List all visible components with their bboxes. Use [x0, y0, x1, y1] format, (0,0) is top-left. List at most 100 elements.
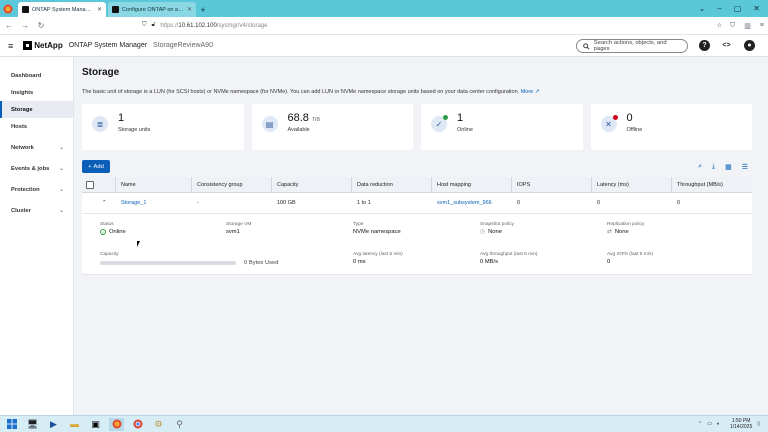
url-bar[interactable]: ⛉ 🔓︎ https://10.61.102.100/sysmgr/v4/sto…	[142, 19, 722, 32]
chrome-icon[interactable]	[130, 418, 145, 431]
browser-tab-configure[interactable]: Configure ONTAP on a new cl ✕	[108, 2, 196, 17]
new-tab-icon[interactable]: +	[196, 2, 210, 17]
tools-icon[interactable]: ⚙	[151, 418, 166, 431]
netapp-logo: NetApp	[23, 41, 63, 50]
browser-menu-hamburger-icon[interactable]: ≡	[760, 22, 764, 30]
summary-cards: ≣ 1 Storage units ▤ 68.8 TiB Available ✓ 1…	[82, 104, 752, 150]
server-manager-icon[interactable]: 🖥︎	[25, 418, 40, 431]
global-search-input[interactable]: Search actions, objects, and pages	[576, 39, 688, 53]
more-link[interactable]: More ↗	[521, 89, 540, 95]
sidebar-item-hosts[interactable]: Hosts	[0, 118, 73, 135]
column-header-iops[interactable]: IOPS	[512, 176, 592, 193]
storage-vm-link[interactable]: svm1	[226, 229, 251, 235]
reload-icon[interactable]: ↻	[36, 21, 46, 30]
column-header-data-reduction[interactable]: Data reduction	[352, 176, 432, 193]
column-header-label: Capacity	[277, 181, 299, 188]
network-status-icon[interactable]: ▭	[707, 421, 712, 427]
firefox-icon[interactable]	[109, 417, 124, 431]
chevron-down-icon: ⌄	[58, 187, 64, 193]
search-icon[interactable]: ⌕	[698, 163, 702, 171]
sidebar-item-events-jobs[interactable]: Events & jobs ⌄	[0, 160, 73, 177]
sidebar-item-network[interactable]: Network ⌄	[0, 139, 73, 156]
columns-icon[interactable]: ▦	[725, 163, 732, 171]
column-header-label: Consistency group	[197, 181, 243, 188]
close-tab-icon[interactable]: ✕	[97, 6, 102, 13]
hamburger-menu-icon[interactable]: ≡	[8, 41, 13, 51]
storage-available-icon: ▤	[261, 116, 278, 132]
detail-avg-throughput: Avg throughput (last 5 min) 0 MB/s	[480, 252, 538, 265]
status-value: Online	[109, 229, 126, 235]
column-header-capacity[interactable]: Capacity	[272, 176, 352, 193]
powershell-icon[interactable]: ▶	[46, 418, 61, 431]
detail-avg-iops: Avg IOPS (last 5 min) 0	[607, 252, 653, 265]
file-explorer-icon[interactable]: ▬	[67, 418, 82, 431]
card-number: 68.8	[287, 112, 309, 124]
download-icon[interactable]: ⤓	[712, 163, 715, 171]
pocket-icon[interactable]: ⛉	[730, 22, 735, 30]
sidebar-item-insights[interactable]: Insights	[0, 84, 73, 101]
tab-list-icon[interactable]: ⌄	[699, 4, 706, 13]
taskbar-clock[interactable]: 1:50 PM 1/14/2025	[730, 418, 752, 430]
online-status-icon: ✓	[431, 115, 448, 132]
storage-unit-name-link[interactable]: Storage_1	[116, 200, 192, 206]
sidebar-item-protection[interactable]: Protection ⌄	[0, 181, 73, 198]
collapse-row-icon[interactable]: ⌃	[82, 200, 116, 206]
tray-overflow-icon[interactable]: ⌃	[698, 421, 702, 427]
url-host: 10.61.102.100	[178, 22, 217, 29]
snapshot-value: None	[488, 229, 502, 235]
minimize-icon[interactable]: –	[717, 4, 721, 13]
replication-value: None	[614, 229, 629, 235]
detail-value: 0	[607, 259, 611, 265]
help-icon[interactable]: ?	[699, 40, 710, 51]
sidebar-item-cluster[interactable]: Cluster ⌄	[0, 202, 73, 219]
extensions-icon[interactable]: ▥	[744, 22, 751, 30]
url-prefix: https://	[160, 22, 179, 29]
close-tab-icon[interactable]: ✕	[187, 6, 192, 13]
clock-date: 1/14/2025	[729, 424, 753, 430]
column-header-latency[interactable]: Latency (ms)	[592, 176, 672, 193]
windows-start-icon[interactable]	[4, 418, 19, 431]
user-avatar-icon[interactable]: ●	[744, 40, 755, 51]
sidebar-item-label: Events & jobs	[11, 165, 50, 172]
filter-icon[interactable]: ☰	[742, 163, 748, 171]
replication-icon: ⇄	[607, 229, 612, 235]
detail-replication-policy: Replication policy ⇄ None	[607, 222, 644, 235]
plus-icon: +	[88, 163, 92, 170]
host-mapping-link[interactable]: svm1_subsystem_966	[432, 200, 512, 206]
sidebar-item-dashboard[interactable]: Dashboard	[0, 67, 73, 84]
close-window-icon[interactable]: ✕	[753, 4, 760, 13]
browser-menu-icon[interactable]	[0, 0, 16, 17]
detail-label: Capacity	[100, 252, 119, 257]
forward-icon[interactable]: →	[20, 21, 30, 30]
browser-tab-ontap[interactable]: ONTAP System Manager — Sto ✕	[18, 2, 106, 17]
card-online: ✓ 1 Online	[421, 104, 583, 150]
volume-icon[interactable]: 🔈︎	[717, 421, 720, 427]
code-icon[interactable]: <>	[721, 40, 732, 51]
search-icon	[583, 42, 590, 50]
column-header-host-mapping[interactable]: Host mapping	[432, 176, 512, 193]
detail-avg-latency: Avg latency (last 5 min) 0 ms	[353, 252, 403, 265]
card-available: ▤ 68.8 TiB Available	[251, 104, 413, 150]
cell-iops: 0	[517, 200, 521, 206]
column-header-label: Name	[121, 181, 136, 188]
chevron-down-icon: ⌄	[58, 208, 64, 214]
maximize-icon[interactable]: ▢	[734, 4, 742, 13]
sidebar-item-storage[interactable]: Storage	[0, 101, 73, 118]
column-header-throughput[interactable]: Throughput (MB/s)	[672, 177, 752, 193]
terminal-icon[interactable]: ▣	[88, 418, 103, 431]
back-icon[interactable]: ←	[4, 21, 14, 30]
bookmark-star-icon[interactable]: ☆	[717, 22, 722, 29]
network-tool-icon[interactable]: ⚲	[172, 418, 187, 431]
select-all-checkbox[interactable]	[86, 180, 94, 189]
card-number: 1	[118, 112, 125, 124]
table-row[interactable]: ⌃ Storage_1 - 100 GB 1 to 1 svm1_subsyst…	[82, 193, 752, 214]
column-header-consistency-group[interactable]: Consistency group	[192, 176, 272, 193]
notifications-icon[interactable]: ▯	[757, 421, 760, 427]
detail-label: Snapshot policy	[480, 222, 514, 227]
detail-label: Avg latency (last 5 min)	[353, 252, 403, 257]
column-header-name[interactable]: Name	[116, 176, 192, 193]
sidebar-item-label: Protection	[11, 186, 40, 193]
app-name: ONTAP System Manager	[68, 42, 148, 49]
chevron-down-icon: ⌄	[58, 145, 64, 151]
add-button[interactable]: + Add	[82, 160, 110, 173]
